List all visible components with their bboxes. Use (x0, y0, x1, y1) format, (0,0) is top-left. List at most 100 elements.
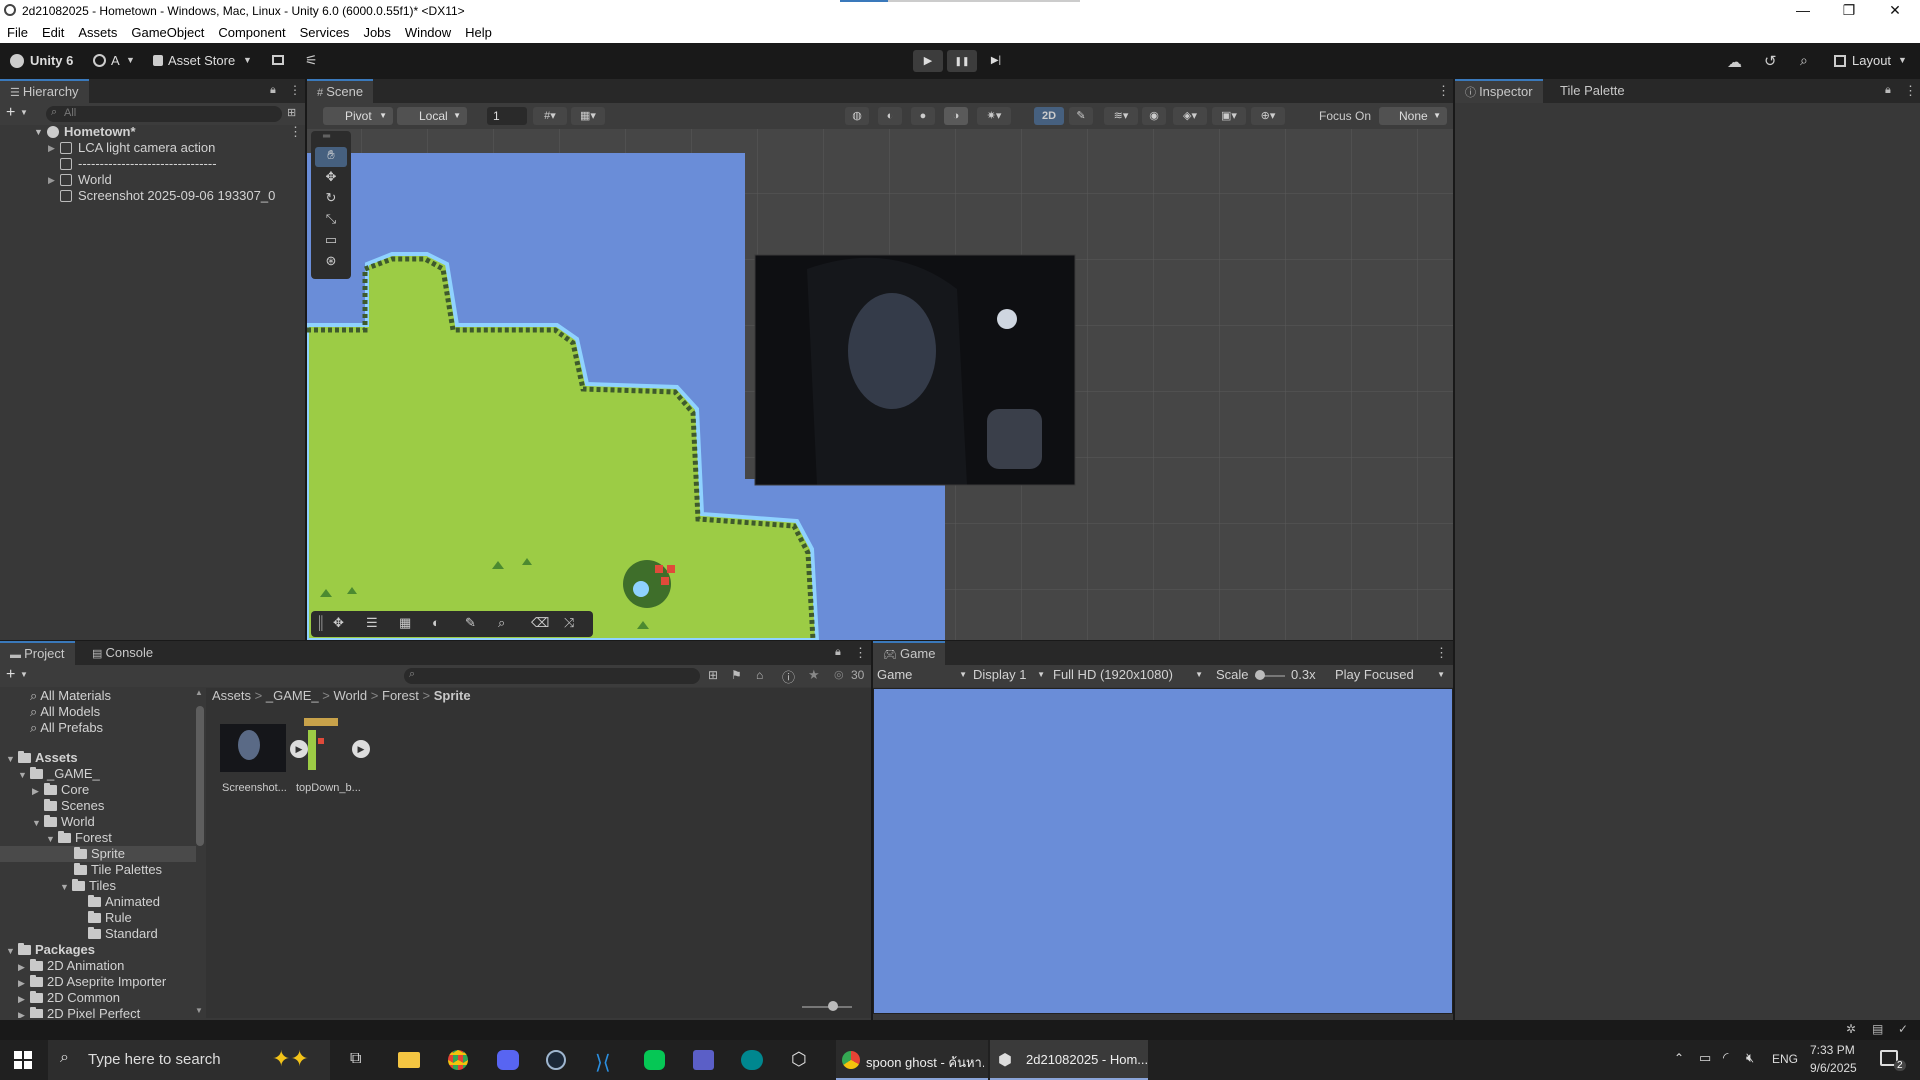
unity-version-button[interactable]: Unity 6 (30, 53, 73, 68)
folder-item[interactable]: Rule (88, 910, 132, 926)
expand-arrow-icon[interactable]: ▶ (48, 172, 55, 188)
paint-icon[interactable]: ✎ (465, 615, 476, 631)
package-item[interactable]: ▶ 2D Common (18, 990, 120, 1006)
tag-icon[interactable]: ⌂ (756, 668, 763, 682)
hierarchy-item[interactable]: ▶ LCA light camera action (0, 140, 305, 156)
hierarchy-item[interactable]: -------------------------------- (0, 156, 305, 172)
kebab-menu-icon[interactable]: ⋮ (1904, 83, 1917, 99)
folder-item[interactable]: Tile Palettes (74, 862, 162, 878)
minimize-button[interactable]: — (1780, 0, 1826, 22)
expand-arrow-icon[interactable]: ▼ (6, 943, 18, 959)
scene-menu-icon[interactable]: ⋮ (289, 124, 302, 140)
folder-item[interactable]: ▼ World (32, 814, 95, 830)
pause-button[interactable]: ❚❚ (947, 50, 977, 72)
discord-icon[interactable] (497, 1050, 519, 1070)
resolution-dropdown[interactable]: Full HD (1920x1080) ▼ (1053, 667, 1203, 682)
visibility-icon[interactable]: ◉ (1142, 107, 1166, 125)
lock-icon[interactable]: 🔒︎ (835, 646, 841, 659)
expand-arrow-icon[interactable]: ▼ (6, 751, 18, 767)
package-manager-icon[interactable] (272, 55, 284, 65)
scroll-down-icon[interactable]: ▼ (195, 1006, 203, 1015)
unity-hub-icon[interactable]: ⬡ (791, 1049, 807, 1070)
tab-tile-palette[interactable]: Tile Palette (1550, 79, 1635, 103)
volume-muted-icon[interactable]: 🔇︎ (1746, 1050, 1754, 1066)
tab-inspector[interactable]: ⓘ Inspector (1455, 79, 1543, 103)
pivot-dropdown[interactable]: Pivot ▼ (323, 107, 393, 125)
chrome-icon[interactable] (448, 1050, 468, 1070)
focus-dropdown[interactable]: None ▼ (1379, 107, 1447, 125)
search-by-label-icon[interactable]: ⚑ (731, 668, 742, 682)
close-button[interactable]: ✕ (1872, 0, 1918, 22)
scene-viewport[interactable]: ═ ✋︎ ✥ ↻ ⤡ ▭ ⊛ ║ ✥ ☰ ▦ ◐ ✎ ⌕ ⌫ ⤨ (307, 129, 1453, 640)
taskbar-unity-window[interactable]: ⬢ 2d21082025 - Hom... (990, 1040, 1148, 1080)
warning-icon[interactable]: ⓘ (782, 667, 795, 686)
tab-hierarchy[interactable]: ☰ Hierarchy (0, 79, 89, 103)
windows-start-icon[interactable] (14, 1051, 32, 1069)
packages-root[interactable]: ▼ Packages (6, 942, 95, 958)
favorite-item[interactable]: ⌕ All Models (30, 704, 100, 720)
clock-time[interactable]: 7:33 PM (1810, 1043, 1855, 1057)
view-options-icon[interactable]: ◈▾ (1173, 107, 1207, 125)
search-icon[interactable]: ⌕ (1800, 52, 1808, 69)
expand-arrow-icon[interactable]: ▶ (18, 991, 30, 1007)
grid-visibility-icon[interactable]: ▦▾ (571, 107, 605, 125)
tab-game[interactable]: 🎮︎ Game (873, 641, 946, 665)
layout-dropdown[interactable]: Layout (1852, 53, 1891, 68)
folder-item[interactable]: Scenes (44, 798, 104, 814)
layers-icon[interactable]: ≋▾ (1104, 107, 1138, 125)
expand-arrow-icon[interactable]: ▶ (32, 783, 44, 799)
expand-arrow-icon[interactable]: ▼ (46, 831, 58, 847)
breadcrumb-item[interactable]: Forest (382, 688, 419, 703)
grid-size-field[interactable]: 1 (487, 107, 527, 125)
menu-edit[interactable]: Edit (35, 22, 71, 40)
wifi-icon[interactable]: ◜ (1723, 1049, 1728, 1066)
grid-snap-icon[interactable]: #▾ (533, 107, 567, 125)
rotate-tool-icon[interactable]: ↻ (315, 190, 347, 210)
shading-icon[interactable]: ◐ (878, 107, 902, 125)
move-tool-icon[interactable]: ✥ (315, 169, 347, 189)
breadcrumb-item[interactable]: World (333, 688, 367, 703)
local-dropdown[interactable]: Local ▼ (397, 107, 467, 125)
gizmos-icon[interactable]: ⊕▾ (1251, 107, 1285, 125)
mode-2d-toggle[interactable]: 2D (1034, 107, 1064, 125)
menu-file[interactable]: File (0, 22, 35, 40)
breadcrumb-item[interactable]: _GAME_ (266, 688, 319, 703)
taskbar-search-box[interactable]: ⌕ Type here to search ✦✦ (48, 1040, 330, 1080)
breadcrumb-item[interactable]: Assets (212, 688, 251, 703)
display-dropdown[interactable]: Display 1 ▼ (973, 667, 1045, 682)
expand-arrow-icon[interactable]: ▶ (18, 1007, 30, 1018)
file-explorer-icon[interactable] (398, 1052, 420, 1068)
expand-arrow-icon[interactable]: ▶ (18, 975, 30, 991)
clock-date[interactable]: 9/6/2025 (1810, 1061, 1857, 1075)
steam-icon[interactable] (546, 1050, 566, 1070)
kebab-menu-icon[interactable]: ⋮ (1435, 645, 1448, 661)
rect-tool-icon[interactable]: ▭ (315, 232, 347, 252)
game-mode-dropdown[interactable]: Game ▼ (877, 667, 967, 682)
create-asset-button[interactable]: + (6, 666, 15, 684)
maximize-button[interactable]: ❐ (1826, 0, 1872, 22)
arduino-icon[interactable] (741, 1050, 763, 1070)
hand-tool-icon[interactable]: ✋︎ (315, 147, 347, 167)
favorite-item[interactable]: ⌕ All Prefabs (30, 720, 103, 736)
asset-tile[interactable]: ▶ topDown_b... (296, 718, 378, 794)
hierarchy-search-field[interactable]: ⌕ All (46, 106, 282, 122)
draw-mode-icon[interactable]: ◍ (845, 107, 869, 125)
play-button[interactable]: ▶ (913, 50, 943, 72)
menu-window[interactable]: Window (398, 22, 458, 40)
folder-item[interactable]: ▶ Core (32, 782, 89, 798)
progress-icon[interactable]: ✓ (1898, 1022, 1908, 1036)
folder-item[interactable]: ▼ _GAME_ (18, 766, 100, 782)
debug-icon[interactable]: ✲ (1846, 1022, 1856, 1036)
lock-icon[interactable]: 🔒︎ (270, 84, 276, 97)
lock-icon[interactable]: 🔒︎ (1885, 84, 1891, 97)
select-icon[interactable]: ◐ (432, 615, 440, 630)
menu-services[interactable]: Services (293, 22, 357, 40)
task-view-icon[interactable]: ⧉ (350, 1050, 361, 1068)
light-toggle-icon[interactable]: ✎ (1069, 107, 1093, 125)
folder-item[interactable]: ▼ Tiles (60, 878, 116, 894)
scale-slider[interactable] (1255, 670, 1285, 680)
expand-arrow-icon[interactable]: ▼ (32, 815, 44, 831)
tab-project[interactable]: ▬ Project (0, 641, 75, 665)
language-indicator[interactable]: ENG (1772, 1052, 1798, 1066)
effects-icon[interactable]: ✷▾ (977, 107, 1011, 125)
